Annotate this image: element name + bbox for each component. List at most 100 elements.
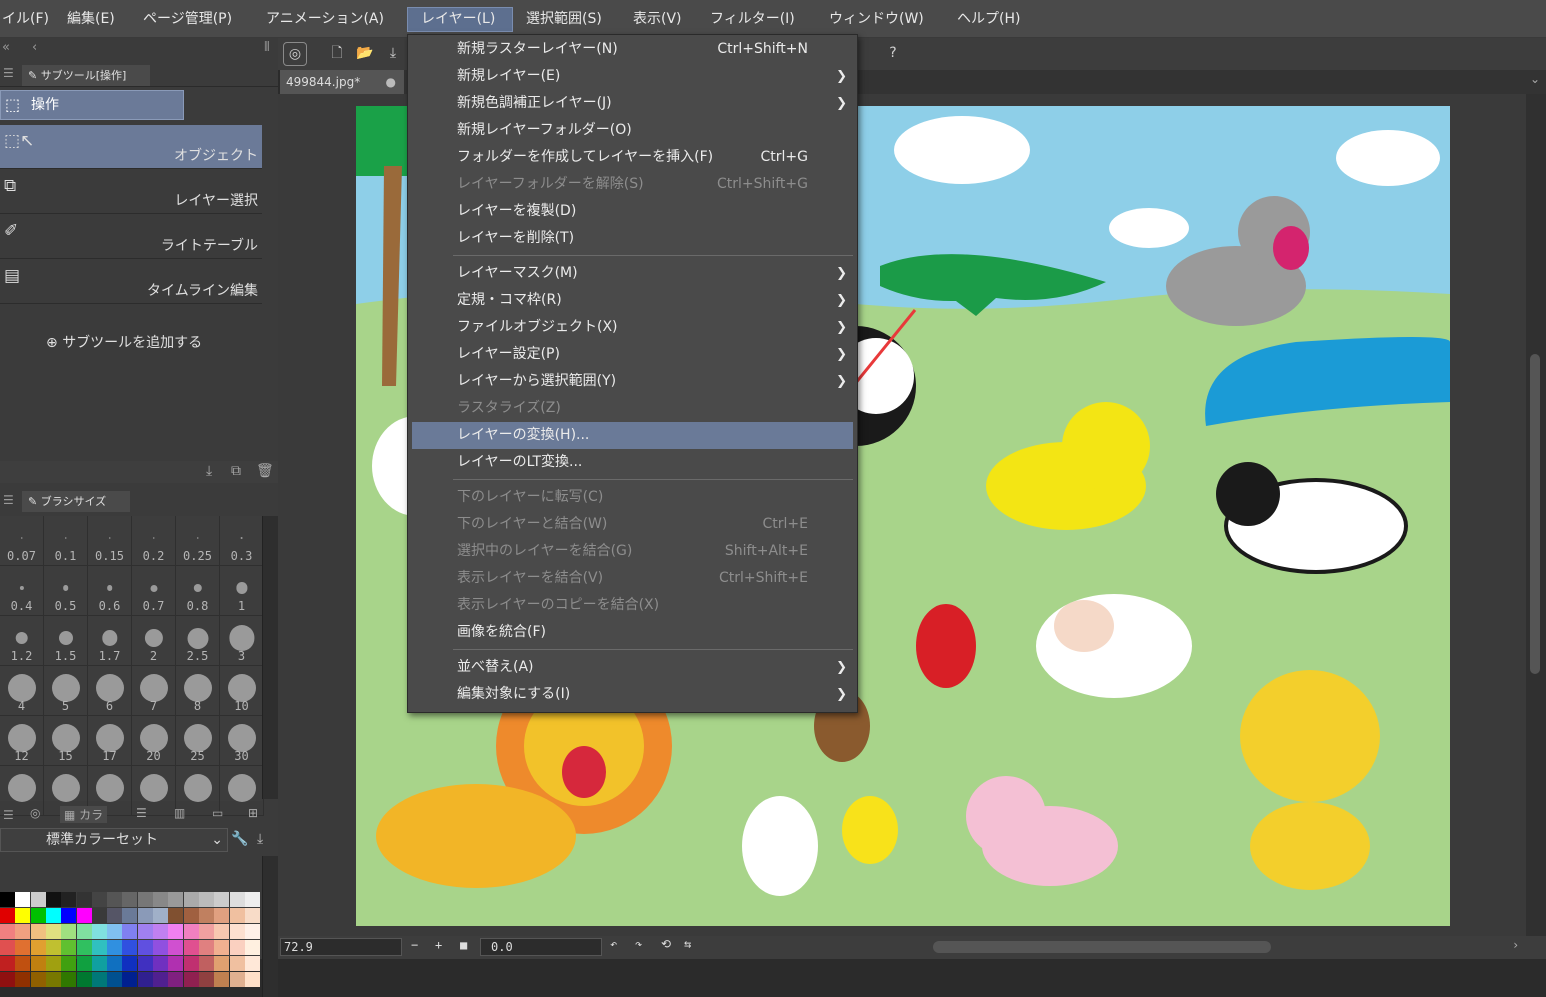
color-swatch[interactable] <box>214 924 230 939</box>
menu-edit[interactable]: 編集(E) <box>63 7 119 32</box>
menu-page[interactable]: ページ管理(P) <box>139 7 236 32</box>
brush-size-cell[interactable]: 0.7 <box>132 566 176 616</box>
tab-brush-size[interactable]: ✎ ブラシサイズ <box>22 491 130 512</box>
brush-size-cell[interactable]: 1.2 <box>0 616 44 666</box>
color-swatch[interactable] <box>214 956 230 971</box>
panel-menu-icon[interactable]: ☰ <box>3 66 15 80</box>
color-swatch[interactable] <box>168 940 184 955</box>
grid-icon[interactable]: ⊞ <box>248 806 258 820</box>
brush-size-cell[interactable]: 0.4 <box>0 566 44 616</box>
layer-menu-item[interactable]: 画像を統合(F) <box>412 619 853 646</box>
color-swatch[interactable] <box>107 940 123 955</box>
subtool-timeline-edit[interactable]: ▤ タイムライン編集 <box>0 260 262 304</box>
tab-color-set[interactable]: ▦ カラ <box>60 806 108 823</box>
layer-menu-item[interactable]: 新規レイヤー(E) ❯ <box>412 63 853 90</box>
color-swatch[interactable] <box>0 956 15 971</box>
color-swatch[interactable] <box>45 892 61 907</box>
color-swatch[interactable] <box>229 924 245 939</box>
menu-help[interactable]: ヘルプ(H) <box>953 7 1024 32</box>
brush-size-cell[interactable]: 0.8 <box>176 566 220 616</box>
color-swatch[interactable] <box>76 956 92 971</box>
color-swatch[interactable] <box>168 892 184 907</box>
color-swatch[interactable] <box>107 972 123 987</box>
color-swatch[interactable] <box>214 972 230 987</box>
download-icon[interactable]: ⤓ <box>257 831 263 847</box>
color-scrollbar[interactable] <box>262 856 278 997</box>
color-swatch[interactable] <box>122 908 138 923</box>
color-swatch[interactable] <box>153 892 168 907</box>
brush-size-cell[interactable]: 7 <box>132 666 176 716</box>
clip-studio-icon[interactable]: ◎ <box>283 42 307 66</box>
wrench-icon[interactable]: 🔧 <box>231 831 248 847</box>
color-set-select[interactable]: 標準カラーセット ⌄ <box>0 828 228 852</box>
color-swatch[interactable] <box>183 940 199 955</box>
brush-size-cell[interactable]: 3 <box>220 616 264 666</box>
layer-menu-item[interactable]: レイヤーのLT変換... <box>412 449 853 476</box>
color-swatch[interactable] <box>153 956 168 971</box>
color-swatch[interactable] <box>183 892 199 907</box>
color-swatch[interactable] <box>183 924 199 939</box>
color-swatch[interactable] <box>137 972 153 987</box>
close-dot-icon[interactable]: ● <box>386 70 396 94</box>
color-swatch[interactable] <box>30 892 46 907</box>
canvas-vertical-scrollbar[interactable] <box>1526 94 1546 936</box>
color-swatch[interactable] <box>198 892 214 907</box>
color-swatch[interactable] <box>229 892 245 907</box>
color-swatch[interactable] <box>76 972 92 987</box>
color-swatch[interactable] <box>183 972 199 987</box>
color-swatch[interactable] <box>107 892 123 907</box>
brush-size-cell[interactable]: 1.5 <box>44 616 88 666</box>
layer-menu-item[interactable]: 編集対象にする(I) ❯ <box>412 681 853 708</box>
color-swatch[interactable] <box>30 940 46 955</box>
brush-size-cell[interactable]: 30 <box>220 716 264 766</box>
tab-list-chevron-icon[interactable]: ⌄ <box>1530 72 1540 86</box>
color-swatch[interactable] <box>61 924 77 939</box>
color-swatch[interactable] <box>15 956 31 971</box>
brush-size-cell[interactable]: 0.5 <box>44 566 88 616</box>
color-swatch[interactable] <box>229 972 245 987</box>
layer-menu-item[interactable]: 新規ラスターレイヤー(N) Ctrl+Shift+N <box>412 36 853 63</box>
color-swatch[interactable] <box>91 956 107 971</box>
color-swatch[interactable] <box>244 956 260 971</box>
save-icon[interactable]: ⤓ <box>381 42 405 66</box>
color-swatch[interactable] <box>137 956 153 971</box>
layer-menu-item[interactable]: レイヤーマスク(M) ❯ <box>412 260 853 287</box>
color-swatch[interactable] <box>30 956 46 971</box>
color-swatch[interactable] <box>244 972 260 987</box>
brush-size-cell[interactable]: 0.2 <box>132 516 176 566</box>
color-swatch[interactable] <box>107 908 123 923</box>
color-swatch[interactable] <box>0 972 15 987</box>
menu-animation[interactable]: アニメーション(A) <box>262 7 388 32</box>
layer-menu-item[interactable]: 並べ替え(A) ❯ <box>412 654 853 681</box>
color-swatch[interactable] <box>244 924 260 939</box>
brush-size-cell[interactable]: 1 <box>220 566 264 616</box>
tool-operation[interactable]: ⬚ 操作 <box>0 90 184 120</box>
color-swatch[interactable] <box>61 892 77 907</box>
layer-menu-item[interactable]: ファイルオブジェクト(X) ❯ <box>412 314 853 341</box>
color-swatch[interactable] <box>45 940 61 955</box>
film-icon[interactable]: ▥ <box>174 806 185 820</box>
import-icon[interactable]: ⤓ <box>206 463 212 479</box>
color-swatch[interactable] <box>198 940 214 955</box>
color-swatch[interactable] <box>122 956 138 971</box>
color-swatch[interactable] <box>153 972 168 987</box>
color-swatch[interactable] <box>61 972 77 987</box>
angle-field[interactable]: 0.0 <box>480 938 602 956</box>
color-swatch[interactable] <box>198 924 214 939</box>
add-subtool-button[interactable]: ⊕ サブツールを追加する <box>46 332 202 352</box>
color-swatch[interactable] <box>30 972 46 987</box>
collapse-icon[interactable]: « <box>2 38 10 58</box>
brush-size-cell[interactable]: 5 <box>44 666 88 716</box>
layer-menu-item[interactable]: 新規色調補正レイヤー(J) ❯ <box>412 90 853 117</box>
brush-size-cell[interactable]: 0.25 <box>176 516 220 566</box>
color-swatch[interactable] <box>168 956 184 971</box>
color-swatch[interactable] <box>91 972 107 987</box>
zoom-in-icon[interactable]: + <box>435 938 442 952</box>
color-swatch[interactable] <box>15 940 31 955</box>
color-swatch[interactable] <box>137 892 153 907</box>
horizontal-scroll-thumb[interactable] <box>933 941 1271 953</box>
color-swatch[interactable] <box>244 908 260 923</box>
color-swatch[interactable] <box>30 924 46 939</box>
tab-subtool[interactable]: ✎ サブツール[操作] <box>22 65 150 86</box>
brush-size-cell[interactable]: 6 <box>88 666 132 716</box>
